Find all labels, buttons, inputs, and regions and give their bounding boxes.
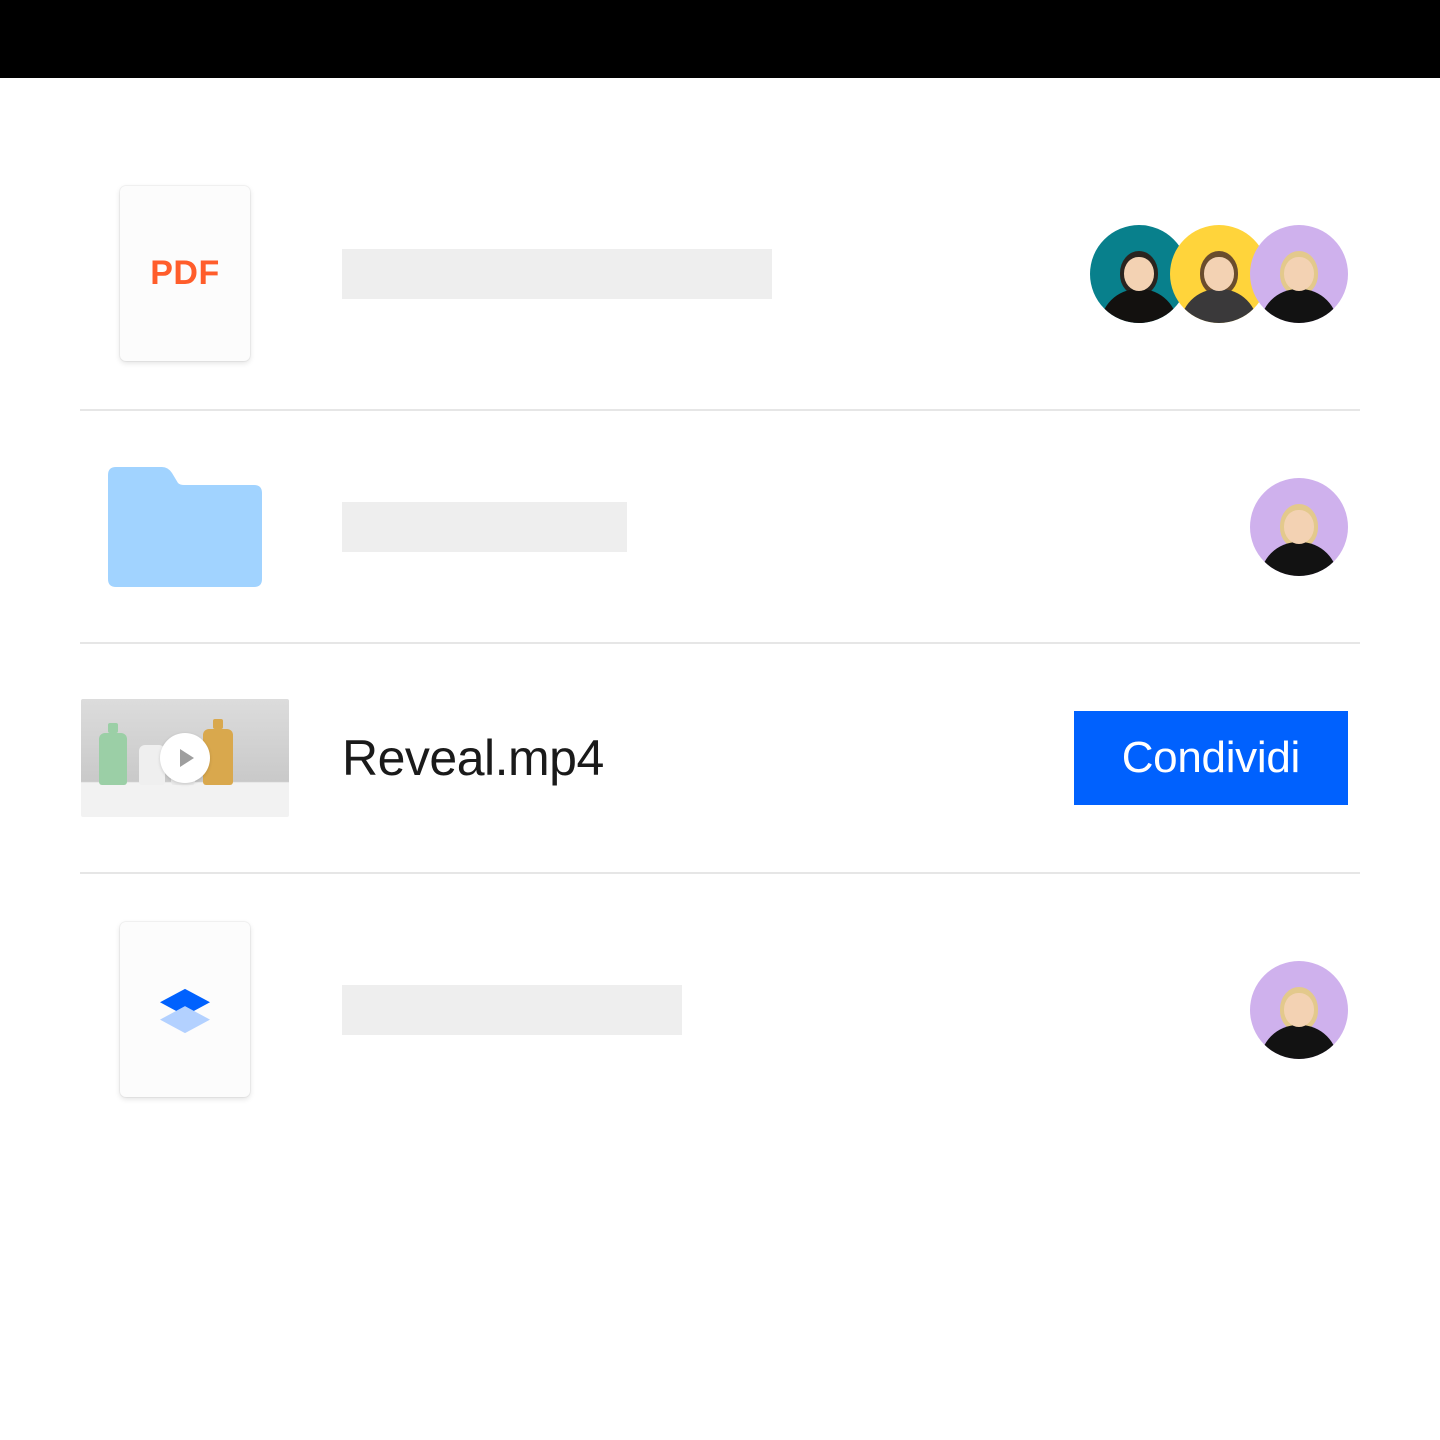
play-icon[interactable]	[160, 733, 210, 783]
window-top-bar	[0, 0, 1440, 78]
avatar-stack[interactable]	[1250, 961, 1348, 1059]
file-thumbnail	[80, 459, 290, 594]
file-name	[290, 502, 960, 552]
pdf-icon: PDF	[120, 186, 250, 361]
file-name: Reveal.mp4	[290, 729, 960, 787]
filename-placeholder	[342, 985, 682, 1035]
collaborators	[960, 478, 1360, 576]
avatar[interactable]	[1250, 478, 1348, 576]
video-thumbnail[interactable]	[81, 699, 289, 817]
file-thumbnail	[80, 922, 290, 1097]
file-row-video[interactable]: Reveal.mp4 Condividi	[80, 644, 1360, 874]
dropbox-icon	[156, 985, 214, 1035]
file-name	[290, 249, 960, 299]
avatar[interactable]	[1250, 961, 1348, 1059]
avatar-stack[interactable]	[1090, 225, 1348, 323]
file-row-dropbox[interactable]	[80, 874, 1360, 1145]
share-button[interactable]: Condividi	[1074, 711, 1348, 805]
avatar-stack[interactable]	[1250, 478, 1348, 576]
file-thumbnail: PDF	[80, 186, 290, 361]
folder-icon	[100, 459, 270, 594]
file-thumbnail[interactable]	[80, 699, 290, 817]
filename-placeholder	[342, 249, 772, 299]
collaborators	[960, 961, 1360, 1059]
file-row-folder[interactable]	[80, 411, 1360, 644]
collaborators	[960, 225, 1360, 323]
pdf-label: PDF	[150, 254, 220, 293]
filename-placeholder	[342, 502, 627, 552]
row-actions: Condividi	[960, 711, 1360, 805]
dropbox-file-icon	[120, 922, 250, 1097]
file-name	[290, 985, 960, 1035]
file-name-label: Reveal.mp4	[342, 730, 604, 786]
file-row-pdf[interactable]: PDF	[80, 138, 1360, 411]
file-list: PDF	[0, 78, 1440, 1145]
avatar[interactable]	[1250, 225, 1348, 323]
